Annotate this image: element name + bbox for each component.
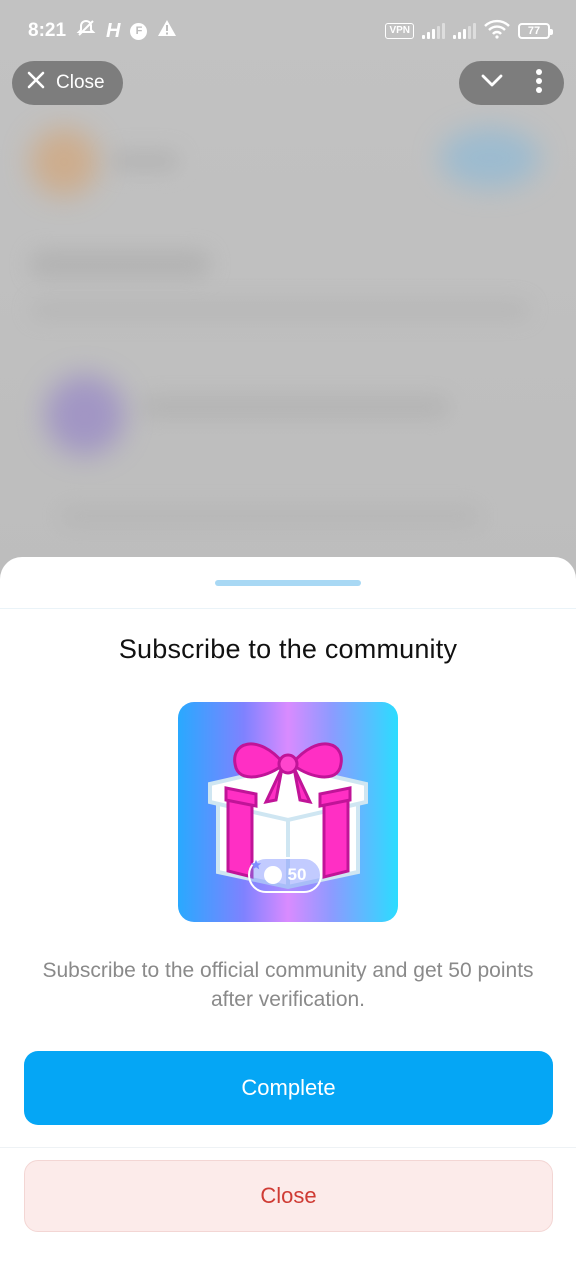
bottom-sheet: Subscribe to the community 50 Subscribe …	[0, 557, 576, 1280]
star-icon	[250, 859, 282, 884]
status-right: VPN 77	[385, 19, 553, 44]
status-left: 8:21 H F	[28, 18, 177, 44]
battery-icon: 77	[518, 23, 553, 39]
status-bar: 8:21 H F VPN 77	[0, 0, 576, 62]
blurred-text	[140, 395, 450, 419]
top-menu-controls	[459, 61, 564, 105]
battery-level: 77	[527, 25, 541, 37]
blurred-badge	[440, 128, 540, 188]
bell-off-icon	[76, 18, 96, 44]
blurred-text	[30, 300, 530, 320]
gift-illustration: 50	[178, 702, 398, 922]
blurred-text	[30, 250, 210, 278]
wifi-icon	[484, 19, 510, 44]
chevron-down-icon[interactable]	[480, 73, 504, 94]
blurred-text	[110, 150, 180, 172]
signal-icon	[453, 23, 476, 39]
complete-button[interactable]: Complete	[24, 1051, 553, 1125]
close-button[interactable]: Close	[24, 1160, 553, 1232]
blurred-avatar	[30, 128, 98, 196]
blurred-text	[60, 505, 480, 527]
top-close-label: Close	[56, 72, 105, 93]
more-vertical-icon[interactable]	[535, 68, 543, 99]
sheet-drag-handle[interactable]	[215, 580, 361, 586]
points-value: 50	[287, 865, 307, 884]
sheet-title: Subscribe to the community	[118, 634, 458, 664]
status-time: 8:21	[28, 20, 67, 41]
close-icon	[26, 70, 46, 96]
sheet-description: Subscribe to the official community and …	[42, 959, 534, 1011]
warning-icon	[157, 19, 177, 43]
points-badge: 50	[248, 857, 322, 893]
blurred-icon	[45, 375, 125, 455]
vpn-badge: VPN	[385, 23, 414, 39]
f-icon: F	[130, 22, 148, 40]
top-close-button[interactable]: Close	[12, 61, 123, 105]
signal-icon	[422, 23, 445, 39]
divider	[0, 1147, 576, 1148]
divider	[0, 608, 576, 609]
h-icon: H	[106, 19, 121, 42]
